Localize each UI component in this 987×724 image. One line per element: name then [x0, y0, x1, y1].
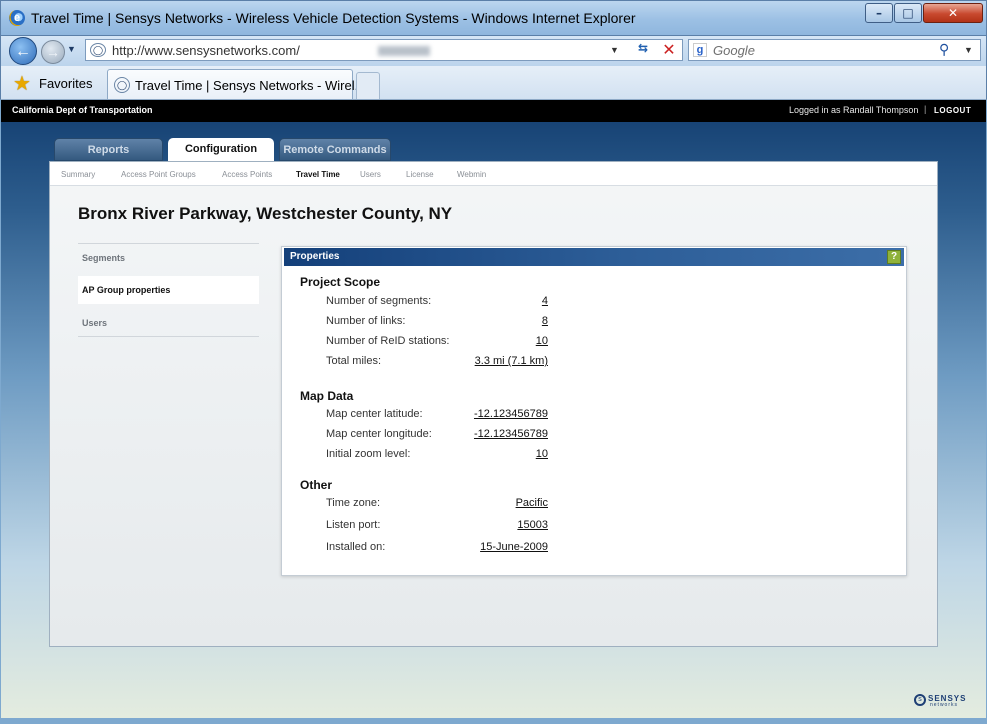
- forward-button[interactable]: →: [41, 40, 65, 64]
- search-box[interactable]: g Google ⚲ ▼: [688, 39, 981, 61]
- properties-header: Properties ?: [284, 248, 904, 266]
- internet-explorer-icon: e: [9, 10, 25, 26]
- section-title: Other: [300, 478, 333, 492]
- property-value[interactable]: 15-June-2009: [480, 541, 548, 553]
- property-value[interactable]: 3.3 mi (7.1 km): [475, 355, 548, 367]
- property-row: Map center latitude: -12.123456789: [326, 408, 548, 424]
- separator: |: [924, 104, 927, 114]
- web-page: California Dept of Transportation Logged…: [1, 100, 986, 718]
- search-dropdown-icon[interactable]: ▼: [964, 45, 973, 55]
- property-row: Time zone: Pacific: [326, 497, 548, 513]
- back-button[interactable]: ←: [9, 37, 37, 65]
- search-placeholder[interactable]: Google: [713, 43, 755, 58]
- property-value[interactable]: 4: [542, 295, 548, 307]
- section-title: Project Scope: [300, 275, 381, 289]
- properties-box: Properties ? Project Scope Number of seg…: [281, 246, 907, 576]
- site-favicon-icon: ◯: [90, 43, 106, 57]
- favorites-label: Favorites: [39, 76, 93, 91]
- section-title: Map Data: [300, 389, 354, 403]
- property-label: Map center longitude:: [326, 428, 432, 440]
- minimize-button[interactable]: –: [865, 3, 893, 23]
- address-dropdown-icon[interactable]: ▼: [610, 45, 619, 55]
- property-label: Map center latitude:: [326, 408, 423, 420]
- google-icon: g: [693, 43, 707, 57]
- property-value[interactable]: 10: [536, 448, 548, 460]
- window-title: Travel Time | Sensys Networks - Wireless…: [31, 10, 636, 26]
- property-value[interactable]: 15003: [517, 519, 548, 531]
- subtab-summary[interactable]: Summary: [61, 170, 95, 179]
- star-icon: ★: [13, 73, 31, 95]
- property-value[interactable]: -12.123456789: [474, 428, 548, 440]
- subtab-access-point-groups[interactable]: Access Point Groups: [121, 170, 196, 179]
- sidebar-item-segments[interactable]: Segments: [78, 243, 259, 271]
- subtab-access-points[interactable]: Access Points: [222, 170, 272, 179]
- property-value[interactable]: 8: [542, 315, 548, 327]
- property-label: Initial zoom level:: [326, 448, 411, 460]
- property-row: Number of segments: 4: [326, 295, 548, 311]
- property-row: Number of links: 8: [326, 315, 548, 331]
- maximize-button[interactable]: □: [894, 3, 922, 23]
- subtab-webmin[interactable]: Webmin: [457, 170, 486, 179]
- property-row: Number of ReID stations: 10: [326, 335, 548, 351]
- properties-title: Properties: [290, 251, 340, 262]
- property-row: Initial zoom level: 10: [326, 448, 548, 464]
- sensys-logo: s SENSYS networks: [914, 692, 974, 708]
- sensys-logo-icon: s: [914, 694, 926, 706]
- sub-navigation: Summary Access Point Groups Access Point…: [50, 162, 937, 186]
- tab-reports[interactable]: Reports: [54, 138, 163, 161]
- property-label: Number of links:: [326, 315, 406, 327]
- property-label: Installed on:: [326, 541, 386, 553]
- property-row: Listen port: 15003: [326, 519, 548, 535]
- favorites-bar: ★ Favorites ◯ Travel Time | Sensys Netwo…: [0, 66, 987, 100]
- logout-link[interactable]: LOGOUT: [934, 106, 971, 115]
- property-label: Total miles:: [326, 355, 382, 367]
- sidebar-item-ap-group-properties[interactable]: AP Group properties: [78, 276, 259, 304]
- brand-subtitle: networks: [930, 702, 959, 708]
- browser-tab-label: Travel Time | Sensys Networks - Wirel...: [135, 78, 366, 93]
- subtab-users[interactable]: Users: [360, 170, 381, 179]
- organization-name: California Dept of Transportation: [12, 105, 153, 115]
- new-tab-button[interactable]: [356, 72, 380, 99]
- tab-favicon-icon: ◯: [114, 77, 130, 93]
- subtab-travel-time[interactable]: Travel Time: [296, 170, 340, 179]
- help-icon[interactable]: ?: [887, 250, 901, 264]
- property-value[interactable]: 10: [536, 335, 548, 347]
- property-value[interactable]: -12.123456789: [474, 408, 548, 420]
- configuration-panel: Summary Access Point Groups Access Point…: [49, 161, 938, 647]
- address-url[interactable]: http://www.sensysnetworks.com/: [112, 43, 300, 58]
- property-row: Total miles: 3.3 mi (7.1 km): [326, 355, 548, 371]
- browser-navigation-bar: ← → ▼ ◯ http://www.sensysnetworks.com/ ▼…: [0, 36, 987, 66]
- subtab-license[interactable]: License: [406, 170, 434, 179]
- blurred-url-segment: [378, 46, 430, 56]
- property-row: Map center longitude: -12.123456789: [326, 428, 548, 444]
- property-label: Number of ReID stations:: [326, 335, 450, 347]
- address-bar[interactable]: ◯ http://www.sensysnetworks.com/ ▼ ⇆ ✕: [85, 39, 683, 61]
- history-dropdown-icon[interactable]: ▼: [67, 44, 76, 54]
- page-title: Bronx River Parkway, Westchester County,…: [78, 204, 453, 223]
- tab-remote-commands[interactable]: Remote Commands: [279, 138, 391, 161]
- favorites-button[interactable]: ★ Favorites: [9, 69, 101, 97]
- tab-configuration[interactable]: Configuration: [168, 138, 274, 162]
- refresh-icon[interactable]: ⇆: [632, 41, 654, 59]
- property-label: Number of segments:: [326, 295, 432, 307]
- logged-in-user: Logged in as Randall Thompson: [789, 105, 919, 115]
- property-value[interactable]: Pacific: [516, 497, 548, 509]
- close-window-button[interactable]: ✕: [923, 3, 983, 23]
- search-icon[interactable]: ⚲: [939, 41, 949, 58]
- property-row: Installed on: 15-June-2009: [326, 541, 548, 557]
- property-label: Listen port:: [326, 519, 381, 531]
- browser-tab[interactable]: ◯ Travel Time | Sensys Networks - Wirel.…: [107, 69, 365, 99]
- property-label: Time zone:: [326, 497, 381, 509]
- sidebar-item-users[interactable]: Users: [78, 309, 259, 337]
- stop-icon[interactable]: ✕: [658, 40, 680, 60]
- top-account-bar: California Dept of Transportation Logged…: [1, 100, 986, 122]
- window-titlebar: e Travel Time | Sensys Networks - Wirele…: [0, 0, 987, 36]
